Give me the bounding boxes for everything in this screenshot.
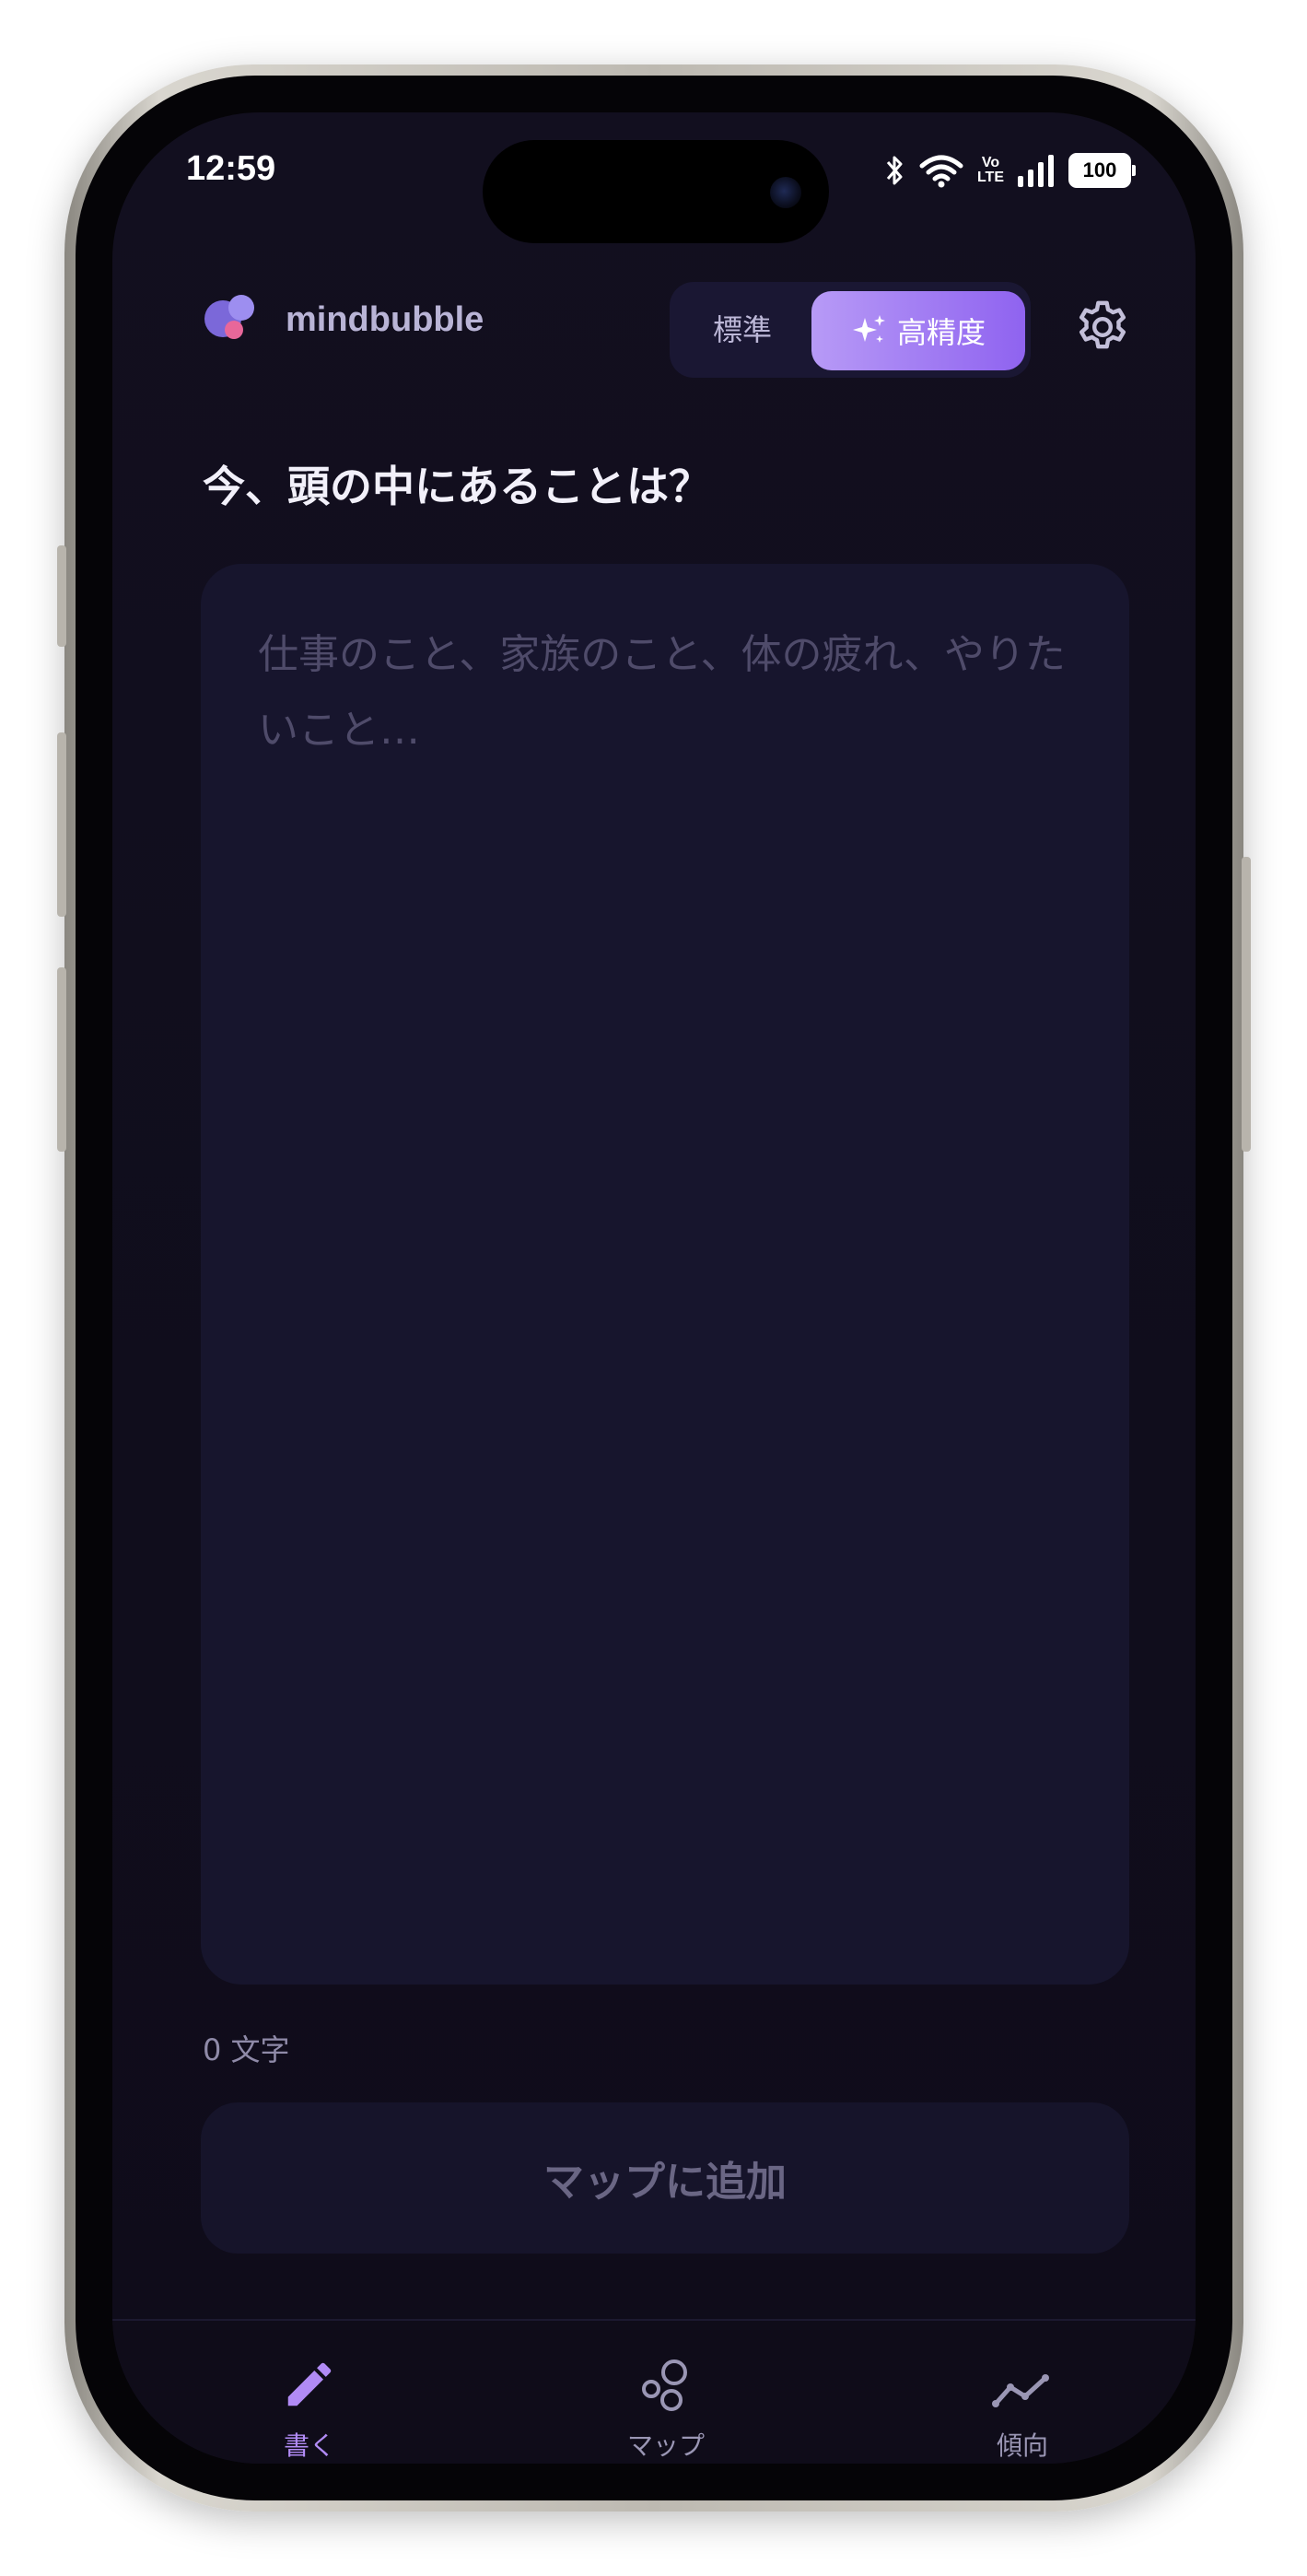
mode-standard-button[interactable]: 標準 — [670, 282, 815, 378]
bluetooth-icon — [886, 156, 903, 185]
nav-label-map: マップ — [626, 2430, 705, 2461]
thought-input[interactable] — [201, 564, 1129, 1985]
app-name: mindbubble — [286, 300, 484, 339]
dynamic-island — [483, 140, 829, 243]
char-count: 0 文字 — [203, 2032, 290, 2067]
app-header: mindbubble 標準 高精度 — [204, 269, 1126, 378]
power-button — [1242, 857, 1251, 1152]
mode-high-precision-button[interactable]: 高精度 — [811, 291, 1025, 370]
sparkle-icon — [852, 315, 885, 343]
nav-label-trend: 傾向 — [996, 2430, 1048, 2461]
nav-item-map[interactable]: マップ — [592, 2354, 740, 2463]
app-screen: 12:59 Vo LTE 100 mindbubble 標準 高精度 今、頭の中… — [112, 112, 1196, 2464]
prompt-heading: 今、頭の中にあることは？ — [203, 462, 711, 511]
settings-gear-icon[interactable] — [1072, 297, 1133, 357]
add-to-map-button[interactable]: マップに追加 — [201, 2102, 1129, 2254]
trend-icon — [992, 2374, 1049, 2407]
volte-label-top: Vo — [981, 155, 1000, 170]
signal-icon — [1018, 155, 1054, 187]
wifi-icon — [919, 155, 963, 188]
pencil-icon — [287, 2362, 332, 2406]
mode-toggle: 標準 高精度 — [670, 282, 1031, 378]
battery-icon: 100 — [1068, 153, 1136, 188]
status-icons: Vo LTE 100 — [885, 153, 1136, 188]
bottom-nav: 書く マップ 傾向 — [112, 2319, 1196, 2464]
logo-icon — [204, 295, 258, 341]
nav-label-write: 書く — [283, 2430, 335, 2461]
nav-item-write[interactable]: 書く — [236, 2354, 383, 2463]
action-button — [57, 545, 66, 647]
volte-label-bottom: LTE — [976, 170, 1004, 185]
bubbles-icon — [642, 2359, 687, 2411]
mode-high-precision-label: 高精度 — [896, 315, 986, 350]
status-time: 12:59 — [186, 149, 276, 188]
volume-up-button — [57, 732, 66, 917]
nav-item-trend[interactable]: 傾向 — [949, 2354, 1096, 2463]
camera-icon — [770, 177, 801, 208]
volume-down-button — [57, 967, 66, 1152]
volte-icon: Vo LTE — [977, 156, 1004, 185]
